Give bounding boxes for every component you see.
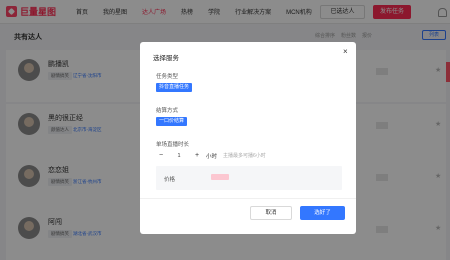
price-box: 价格 [156, 166, 342, 190]
duration-label: 单场直播时长 [156, 142, 190, 148]
decrement-button[interactable]: − [156, 151, 166, 160]
task-type-label: 任务类型 [156, 74, 179, 80]
cancel-button[interactable]: 取消 [250, 206, 292, 220]
select-service-dialog: 选择服务 × 任务类型 抖音直播任务 结算方式 一口价结算 单场直播时长 − 1… [140, 42, 356, 234]
footer-divider [140, 198, 356, 199]
task-type-option[interactable]: 抖音直播任务 [156, 83, 193, 92]
increment-button[interactable]: + [192, 151, 202, 160]
confirm-button[interactable]: 选好了 [300, 206, 345, 220]
duration-unit: 小时 [206, 153, 218, 160]
duration-value[interactable]: 1 [166, 153, 192, 159]
settlement-label: 结算方式 [156, 108, 179, 114]
settlement-option[interactable]: 一口价结算 [156, 117, 188, 126]
dialog-title: 选择服务 [153, 55, 179, 62]
duration-hint: 主播最多可播6小时 [223, 153, 266, 159]
redacted-price [211, 174, 229, 180]
price-label: 价格 [164, 177, 176, 183]
close-icon[interactable]: × [343, 47, 348, 56]
duration-stepper: − 1 + 小时 主播最多可播6小时 [156, 151, 266, 160]
